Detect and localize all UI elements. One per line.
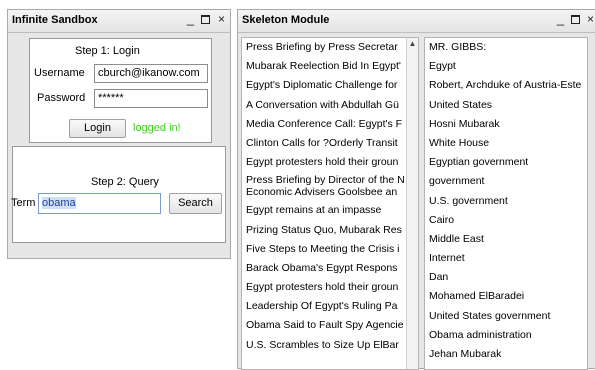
entity-list-item[interactable]: Dan [425, 268, 587, 287]
password-input[interactable]: ****** [94, 89, 208, 108]
document-list-item[interactable]: Egypt protesters hold their groun [242, 278, 406, 297]
document-list-item[interactable]: U.S. Scrambles to Size Up ElBar [242, 336, 406, 355]
document-scrollbar[interactable]: ▲ [406, 38, 418, 369]
entity-list-item[interactable]: Middle East [425, 230, 587, 249]
login-button[interactable]: Login [69, 119, 126, 138]
document-list-item[interactable]: Egypt protesters hold their groun [242, 153, 406, 172]
skeleton-titlebar[interactable]: Skeleton Module _ × [238, 10, 595, 33]
entity-rows: MR. GIBBS: Egypt Robert, Archduke of Austr… [425, 38, 587, 364]
scroll-up-icon[interactable]: ▲ [407, 39, 418, 48]
maximize-icon[interactable] [199, 12, 212, 27]
term-label: Term [11, 197, 36, 209]
entity-list-item[interactable]: United States [425, 96, 587, 115]
entity-list-item[interactable]: Jehan Mubarak [425, 345, 587, 364]
entity-list-item[interactable]: Egyptian government [425, 153, 587, 172]
document-list: Press Briefing by Press Secretar Mubarak … [241, 37, 419, 370]
document-list-item[interactable]: Obama Said to Fault Spy Agencie [242, 316, 406, 335]
sandbox-title: Infinite Sandbox [12, 14, 98, 26]
entity-list-item[interactable]: Mohamed ElBaradei [425, 287, 587, 306]
document-list-item[interactable]: Mubarak Reelection Bid In Egypt' [242, 57, 406, 76]
document-rows: Press Briefing by Press Secretar Mubarak … [242, 38, 406, 355]
entity-list-item[interactable]: Internet [425, 249, 587, 268]
query-panel: Step 2: Query Term obama Search [11, 146, 226, 243]
document-list-item[interactable]: Egypt remains at an impasse [242, 201, 406, 220]
entity-list-item[interactable]: government [425, 172, 587, 191]
entity-list-item[interactable]: Cairo [425, 211, 587, 230]
entity-list: MR. GIBBS: Egypt Robert, Archduke of Austr… [424, 37, 588, 370]
entity-list-item[interactable]: Obama administration [425, 326, 587, 345]
entity-list-item[interactable]: Egypt [425, 57, 587, 76]
minimize-icon[interactable]: _ [554, 12, 567, 27]
username-input[interactable]: cburch@ikanow.com [94, 64, 208, 83]
step1-title: Step 1: Login [75, 45, 140, 57]
document-list-item[interactable]: Press Briefing by Press Secretar [242, 38, 406, 57]
close-icon[interactable]: × [215, 12, 228, 27]
entity-list-item[interactable]: Robert, Archduke of Austria-Este [425, 76, 587, 95]
skeleton-title: Skeleton Module [242, 14, 330, 26]
search-button[interactable]: Search [169, 193, 222, 214]
password-label: Password [37, 92, 86, 104]
skeleton-module-window: Skeleton Module _ × Press Briefing by Pr… [237, 9, 595, 370]
maximize-icon[interactable] [569, 12, 582, 27]
login-panel: Step 1: Login Username cburch@ikanow.com… [29, 38, 212, 143]
document-list-item[interactable]: Egypt's Diplomatic Challenge for [242, 76, 406, 95]
entity-list-item[interactable]: Hosni Mubarak [425, 115, 587, 134]
document-list-item[interactable]: Prizing Status Quo, Mubarak Res [242, 221, 406, 240]
close-icon[interactable]: × [584, 12, 595, 27]
entity-list-item[interactable]: White House [425, 134, 587, 153]
infinite-sandbox-window: Infinite Sandbox _ × Step 1: Login Usern… [7, 9, 231, 259]
entity-list-item[interactable]: U.S. government [425, 192, 587, 211]
term-selection: obama [42, 197, 76, 209]
document-list-item[interactable]: A Conversation with Abdullah Gü [242, 96, 406, 115]
minimize-icon[interactable]: _ [184, 12, 197, 27]
entity-list-item[interactable]: MR. GIBBS: [425, 38, 587, 57]
document-list-item[interactable]: Clinton Calls for ?Orderly Transit [242, 134, 406, 153]
document-list-item[interactable]: Barack Obama's Egypt Respons [242, 259, 406, 278]
term-input[interactable]: obama [38, 193, 161, 214]
document-list-item[interactable]: Five Steps to Meeting the Crisis i [242, 240, 406, 259]
sandbox-titlebar[interactable]: Infinite Sandbox _ × [8, 10, 230, 33]
login-status-text: logged in! [133, 122, 181, 134]
document-list-item[interactable]: Media Conference Call: Egypt's F [242, 115, 406, 134]
document-list-item[interactable]: Leadership Of Egypt's Ruling Pa [242, 297, 406, 316]
step2-title: Step 2: Query [91, 176, 159, 188]
document-list-item[interactable]: Press Briefing by Director of the N Econ… [242, 172, 406, 201]
username-label: Username [34, 67, 85, 79]
entity-list-item[interactable]: United States government [425, 307, 587, 326]
